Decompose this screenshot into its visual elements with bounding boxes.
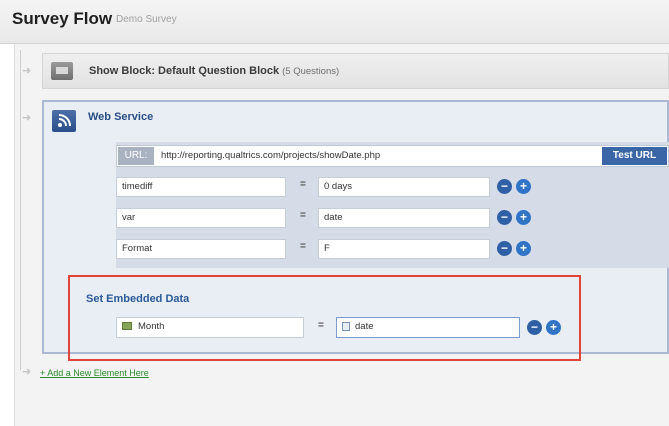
add-embedded-field-button[interactable]: + <box>546 320 561 335</box>
question-count: (5 Questions) <box>282 66 340 77</box>
show-block-text: Show Block: Default Question Block (5 Qu… <box>89 65 339 77</box>
web-service-element[interactable]: Web Service URL: http://reporting.qualtr… <box>42 100 669 354</box>
remove-parameter-button[interactable]: − <box>497 179 512 194</box>
add-parameter-button[interactable]: + <box>516 179 531 194</box>
add-parameter-button[interactable]: + <box>516 241 531 256</box>
embedded-field-value: date <box>355 321 374 332</box>
embedded-field-name-input[interactable]: Month <box>116 317 304 338</box>
embedded-data-icon <box>122 322 132 331</box>
survey-name: Demo Survey <box>116 14 177 25</box>
web-service-settings-panel: URL: http://reporting.qualtrics.com/proj… <box>116 142 669 268</box>
parameter-value-input[interactable]: 0 days <box>318 177 490 197</box>
parameter-key-input[interactable]: timediff <box>116 177 286 197</box>
equals-sign: = <box>300 179 306 190</box>
parameter-value-input[interactable]: F <box>318 239 490 259</box>
flow-arrow-icon: ➜ <box>22 65 32 77</box>
embedded-field-value-input[interactable]: date <box>336 317 520 338</box>
embedded-field-name: Month <box>138 321 165 332</box>
add-new-element-link[interactable]: + Add a New Element Here <box>40 368 149 378</box>
equals-sign: = <box>318 320 324 331</box>
parameter-row: Format = F − + <box>116 239 536 261</box>
equals-sign: = <box>300 241 306 252</box>
parameter-row: timediff = 0 days − + <box>116 177 536 199</box>
remove-parameter-button[interactable]: − <box>497 241 512 256</box>
embedded-data-row: Month = date − + <box>116 317 586 341</box>
equals-sign: = <box>300 210 306 221</box>
parameter-key-input[interactable]: Format <box>116 239 286 259</box>
remove-parameter-button[interactable]: − <box>497 210 512 225</box>
page-title: Survey Flow <box>12 9 113 28</box>
url-label: URL: <box>118 147 154 165</box>
show-block-label: Show Block: Default Question Block <box>89 65 280 77</box>
parameter-key-input[interactable]: var <box>116 208 286 228</box>
parameter-value-input[interactable]: date <box>318 208 490 228</box>
parameter-row: var = date − + <box>116 208 536 230</box>
block-icon <box>51 62 73 80</box>
flow-arrow-icon: ➜ <box>22 112 32 124</box>
show-block-element[interactable]: Show Block: Default Question Block (5 Qu… <box>42 53 669 89</box>
url-value[interactable]: http://reporting.qualtrics.com/projects/… <box>161 150 380 161</box>
piped-field-icon <box>342 321 350 331</box>
survey-flow-page: Survey Flow Demo Survey ➜ ➜ ➜ Show Block… <box>0 0 669 426</box>
url-field[interactable]: URL: http://reporting.qualtrics.com/proj… <box>116 145 669 167</box>
flow-connector-line <box>20 50 21 370</box>
remove-embedded-field-button[interactable]: − <box>527 320 542 335</box>
flow-arrow-icon: ➜ <box>22 366 32 378</box>
page-header: Survey Flow Demo Survey <box>0 0 669 44</box>
rss-icon <box>52 110 76 132</box>
add-parameter-button[interactable]: + <box>516 210 531 225</box>
web-service-title: Web Service <box>88 111 154 123</box>
set-embedded-data-title: Set Embedded Data <box>86 293 190 305</box>
test-url-button[interactable]: Test URL <box>602 147 667 165</box>
